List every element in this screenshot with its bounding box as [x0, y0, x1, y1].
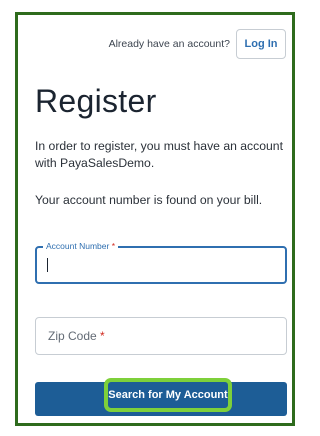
intro-text: In order to register, you must have an a…	[35, 139, 283, 170]
page-title: Register	[35, 83, 157, 119]
account-hint-text: Your account number is found on your bil…	[35, 193, 263, 207]
top-bar: Already have an account? Log In	[18, 29, 292, 61]
account-number-field[interactable]: Account Number *	[35, 241, 287, 284]
account-number-label: Account Number *	[43, 241, 118, 252]
search-button-bar[interactable]: Search for My Account	[35, 378, 287, 416]
required-marker: *	[111, 241, 115, 251]
text-cursor	[47, 258, 48, 272]
zip-code-field[interactable]: Zip Code *	[35, 317, 287, 355]
login-button[interactable]: Log In	[236, 29, 286, 59]
required-marker: *	[100, 329, 105, 343]
search-for-account-button[interactable]: Search for My Account	[104, 378, 232, 412]
have-account-text: Already have an account?	[108, 38, 230, 50]
registration-panel: Already have an account? Log In Register…	[15, 12, 295, 426]
zip-code-placeholder: Zip Code *	[48, 329, 105, 343]
